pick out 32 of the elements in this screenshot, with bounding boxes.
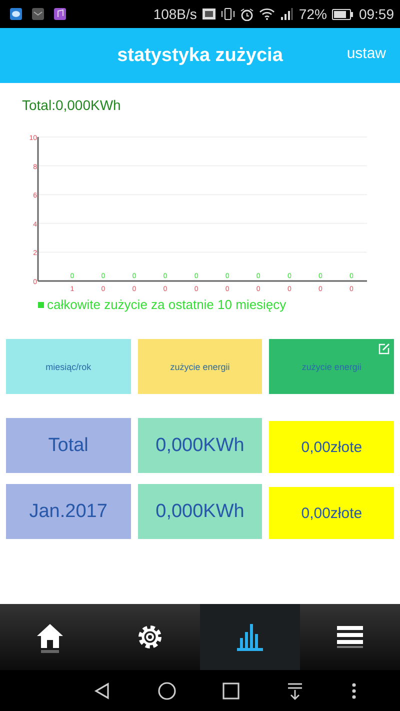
music-icon bbox=[54, 8, 66, 20]
settings-link[interactable]: ustaw bbox=[346, 45, 386, 62]
recents-icon[interactable] bbox=[222, 682, 240, 700]
back-icon[interactable] bbox=[93, 682, 112, 700]
pull-down-icon[interactable] bbox=[286, 682, 304, 700]
battery-icon bbox=[332, 8, 354, 20]
mail-icon bbox=[32, 8, 44, 20]
bar-chart-icon bbox=[235, 622, 265, 652]
more-icon[interactable] bbox=[350, 682, 357, 700]
message-icon bbox=[10, 8, 22, 20]
total-label: Total:0,000KWh bbox=[22, 97, 121, 113]
network-speed: 108B/s bbox=[153, 6, 197, 22]
table-cell: 0,00złote bbox=[269, 487, 394, 539]
legend-label: całkowite zużycie za ostatnie 10 miesięcy bbox=[47, 297, 286, 312]
battery-percent: 72% bbox=[298, 6, 327, 22]
header-text: zużycie energii bbox=[302, 362, 362, 372]
header-text: miesiąc/rok bbox=[46, 362, 92, 372]
screen-title: statystyka zużycia bbox=[117, 44, 283, 66]
home-icon bbox=[35, 622, 65, 652]
wifi-icon bbox=[258, 8, 275, 20]
signal-icon bbox=[280, 8, 294, 20]
header-text: zużycie energii bbox=[170, 362, 230, 372]
table-cell: 0,000KWh bbox=[138, 484, 262, 539]
table-cell: Jan.2017 bbox=[6, 484, 131, 539]
table-cell: Total bbox=[6, 418, 131, 473]
clock: 09:59 bbox=[358, 6, 394, 22]
table-cell: 0,00złote bbox=[269, 421, 394, 473]
home-circle-icon[interactable] bbox=[158, 682, 176, 700]
nav-tab[interactable] bbox=[200, 604, 300, 670]
vibrate-icon bbox=[220, 8, 235, 20]
table-cell: 0,000KWh bbox=[138, 418, 262, 473]
alarm-icon bbox=[240, 8, 254, 20]
